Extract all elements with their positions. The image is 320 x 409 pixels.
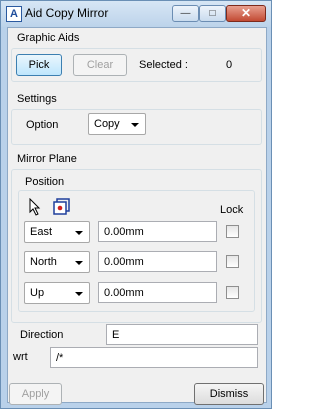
north-value-field[interactable]: 0.00mm [98,251,217,272]
option-select-value: Copy [94,118,120,130]
dialog-body: Graphic Aids Pick Clear Selected : 0 Set… [7,27,267,403]
direction-select-east-value: East [30,226,53,238]
lock-label: Lock [220,204,244,216]
wrt-value: /* [56,352,64,364]
chevron-down-icon [75,231,83,235]
option-label: Option [26,119,59,131]
up-value: 0.00mm [104,287,144,299]
cursor-arrow-icon[interactable] [28,198,42,216]
graphic-aids-label: Graphic Aids [17,32,80,44]
chevron-down-icon [131,123,139,127]
selected-label: Selected : [139,59,188,71]
apply-button[interactable]: Apply [9,383,62,405]
chevron-down-icon [75,292,83,296]
clear-button[interactable]: Clear [73,54,127,76]
option-select[interactable]: Copy [88,113,146,135]
wrt-field[interactable]: /* [50,347,258,368]
close-icon: ✕ [240,6,252,20]
north-value: 0.00mm [104,256,144,268]
settings-label: Settings [17,93,57,105]
mirror-plane-label: Mirror Plane [17,153,77,165]
east-lock-checkbox[interactable] [226,225,239,238]
direction-value: E [112,329,120,341]
selected-count: 0 [226,59,233,71]
direction-select-east[interactable]: East [24,221,90,243]
maximize-button[interactable]: □ [199,5,226,22]
dialog-window: A Aid Copy Mirror — □ ✕ Graphic Aids Pic… [0,0,272,409]
app-icon: A [6,6,22,22]
title-bar[interactable]: A Aid Copy Mirror — □ ✕ [1,1,271,27]
up-value-field[interactable]: 0.00mm [98,282,217,303]
north-lock-checkbox[interactable] [226,255,239,268]
direction-select-up-value: Up [30,287,45,299]
pick-button[interactable]: Pick [16,54,62,76]
up-lock-checkbox[interactable] [226,286,239,299]
direction-field[interactable]: E [106,324,258,345]
window-title: Aid Copy Mirror [25,6,109,20]
close-button[interactable]: ✕ [226,5,266,22]
select-element-icon[interactable] [53,198,70,215]
east-value: 0.00mm [104,226,144,238]
direction-select-north[interactable]: North [24,251,90,273]
wrt-label: wrt [13,351,28,363]
direction-label: Direction [20,329,64,341]
chevron-down-icon [75,261,83,265]
direction-select-up[interactable]: Up [24,282,90,304]
maximize-icon: □ [209,8,216,19]
dismiss-button[interactable]: Dismiss [194,383,264,405]
minimize-button[interactable]: — [172,5,199,22]
direction-select-north-value: North [30,256,57,268]
minimize-icon: — [180,8,191,19]
east-value-field[interactable]: 0.00mm [98,221,217,242]
position-label: Position [25,176,65,188]
